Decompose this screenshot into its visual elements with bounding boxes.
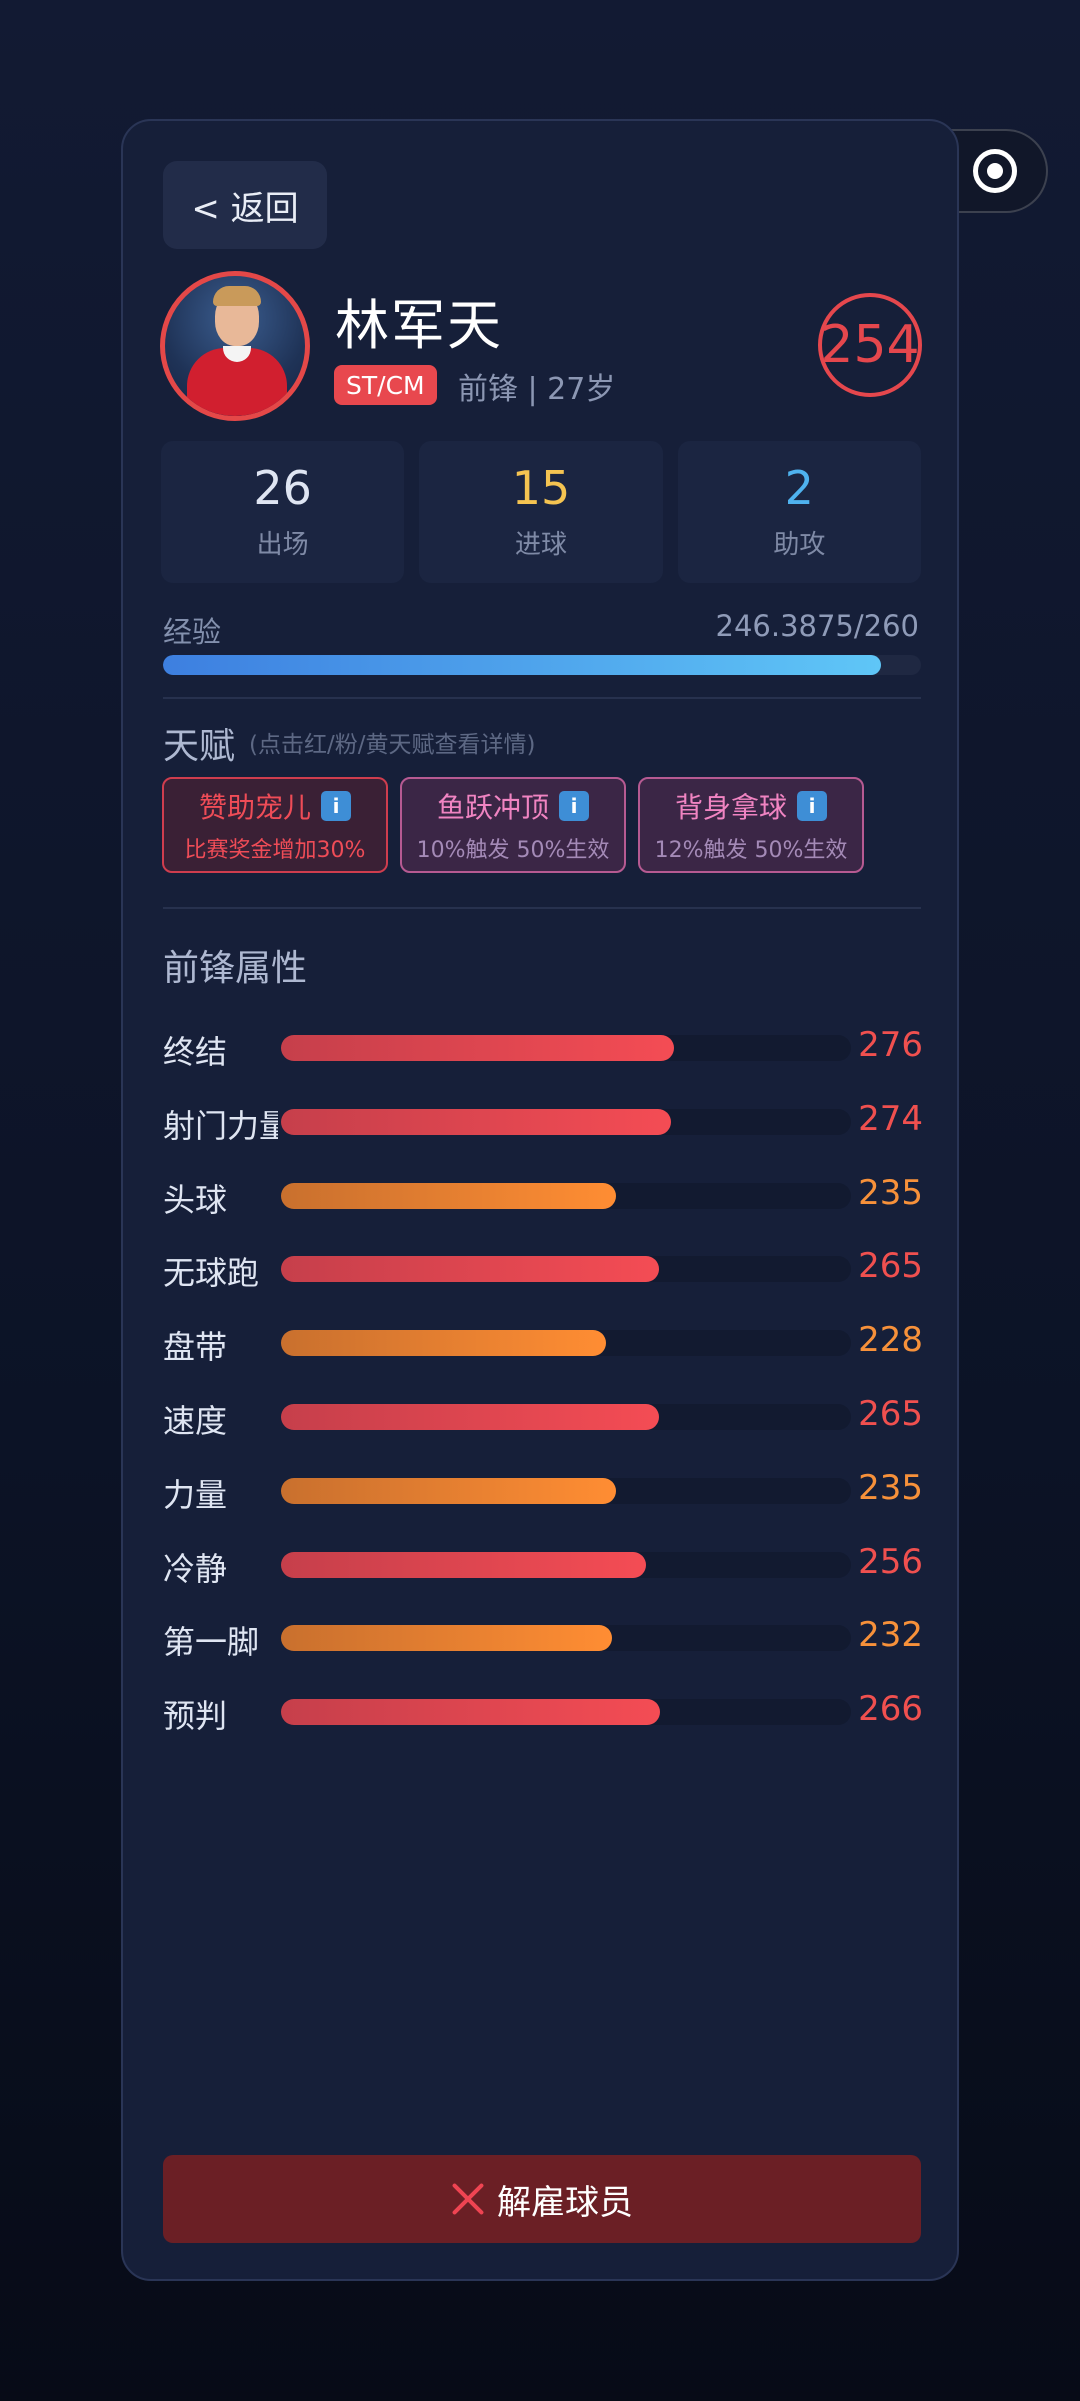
attribute-value: 265: [858, 1394, 923, 1434]
attribute-value: 266: [858, 1689, 923, 1730]
player-name: 林军天: [335, 294, 503, 357]
attribute-row: 射门力量 274: [163, 1095, 923, 1145]
fire-player-button[interactable]: 解雇球员: [163, 2155, 921, 2243]
attribute-value: 232: [858, 1615, 923, 1656]
attribute-row: 冷静 256: [163, 1538, 923, 1588]
position-badge: ST/CM: [334, 365, 437, 405]
divider: [163, 697, 921, 699]
attribute-row: 终结 276: [163, 1021, 923, 1071]
talent-name: 鱼跃冲顶: [436, 791, 549, 824]
talent-desc: 10%触发 50%生效: [416, 838, 610, 863]
attribute-bar: [281, 1625, 851, 1652]
experience-bar-fill: [163, 655, 882, 675]
stat-label: 出场: [256, 529, 309, 560]
attribute-name: 力量: [163, 1475, 228, 1514]
attribute-value: 265: [858, 1246, 923, 1287]
attribute-bar: [281, 1108, 851, 1135]
attribute-bar-fill: [281, 1551, 646, 1578]
attribute-name: 射门力量: [163, 1106, 278, 1145]
attribute-name: 终结: [163, 1033, 228, 1071]
player-meta: 前锋 | 27岁: [458, 372, 616, 407]
talent-name-row: 背身拿球 i: [675, 786, 827, 826]
attributes-title: 前锋属性: [163, 948, 308, 989]
attribute-value: 235: [858, 1467, 923, 1508]
talent-name-row: 赞助宠儿 i: [199, 786, 351, 826]
attribute-value: 274: [858, 1098, 923, 1139]
info-icon[interactable]: i: [559, 791, 589, 821]
talent-desc: 12%触发 50%生效: [654, 838, 848, 863]
attribute-bar: [281, 1035, 851, 1061]
stat-value: 2: [784, 461, 814, 516]
attribute-bar: [281, 1551, 851, 1578]
experience-label: 经验: [163, 615, 222, 649]
attribute-bar-fill: [281, 1625, 612, 1652]
stat-label: 进球: [514, 529, 567, 560]
talent-name-row: 鱼跃冲顶 i: [437, 786, 589, 826]
player-avatar: [160, 271, 310, 421]
attribute-name: 速度: [163, 1402, 228, 1440]
attribute-bar: [281, 1256, 851, 1283]
talent-card[interactable]: 背身拿球 i 12%触发 50%生效: [638, 777, 864, 873]
attribute-bar-fill: [281, 1404, 659, 1430]
attribute-name: 无球跑: [163, 1254, 260, 1293]
stat-value: 15: [511, 461, 571, 516]
attribute-value: 276: [858, 1025, 923, 1065]
attribute-name: 头球: [163, 1180, 228, 1219]
back-button[interactable]: < 返回: [163, 161, 327, 249]
attribute-name: 预判: [163, 1697, 228, 1736]
stats-row: 26 出场 15 进球 2 助攻: [161, 441, 921, 583]
attribute-bar-fill: [281, 1182, 616, 1209]
attribute-name: 盘带: [163, 1328, 228, 1367]
talent-desc: 比赛奖金增加30%: [184, 838, 366, 863]
overall-rating: 254: [818, 293, 922, 397]
attribute-value: 228: [858, 1320, 923, 1361]
player-detail-card: < 返回 林军天 ST/CM 前锋 | 27岁 254 26 出场 15 进球 …: [121, 119, 959, 2281]
attribute-bar-fill: [281, 1108, 672, 1135]
stat-assists: 2 助攻: [677, 441, 921, 583]
attribute-row: 第一脚 232: [163, 1611, 923, 1661]
attribute-bar: [281, 1182, 851, 1209]
talent-name: 背身拿球: [674, 791, 787, 824]
stat-label: 助攻: [773, 529, 826, 560]
attribute-bar-fill: [281, 1256, 659, 1283]
attribute-bar-fill: [281, 1035, 675, 1061]
talent-title: 天赋: [163, 726, 236, 767]
talent-card[interactable]: 赞助宠儿 i 比赛奖金增加30%: [162, 777, 388, 873]
stat-goals: 15 进球: [419, 441, 663, 583]
attribute-row: 无球跑 265: [163, 1242, 923, 1292]
attribute-row: 预判 266: [163, 1685, 923, 1735]
close-x-icon: [451, 2182, 485, 2216]
experience-bar: [163, 655, 921, 675]
stat-value: 26: [253, 461, 312, 516]
fire-player-label: 解雇球员: [497, 2182, 633, 2223]
attribute-bar: [281, 1330, 851, 1357]
info-icon[interactable]: i: [797, 791, 827, 821]
attribute-row: 头球 235: [163, 1169, 923, 1219]
attribute-name: 冷静: [163, 1549, 228, 1588]
talent-hint: (点击红/粉/黄天赋查看详情): [249, 732, 536, 758]
talent-list: 赞助宠儿 i 比赛奖金增加30% 鱼跃冲顶 i 10%触发 50%生效 背身拿球 i 12%触发…: [162, 777, 864, 873]
attribute-bar: [281, 1699, 851, 1726]
attribute-name: 第一脚: [163, 1623, 260, 1662]
attribute-bar: [281, 1477, 851, 1504]
attribute-bar: [281, 1404, 851, 1430]
attribute-row: 速度 265: [163, 1390, 923, 1440]
stat-appearances: 26 出场: [161, 441, 405, 583]
attribute-bar-fill: [281, 1699, 661, 1726]
attribute-row: 盘带 228: [163, 1316, 923, 1366]
attribute-bar-fill: [281, 1330, 606, 1357]
experience-value: 246.3875/260: [715, 609, 920, 643]
info-icon[interactable]: i: [321, 791, 351, 821]
talent-name: 赞助宠儿: [198, 791, 311, 824]
attribute-value: 256: [858, 1541, 923, 1582]
attribute-bar-fill: [281, 1477, 616, 1504]
attribute-value: 235: [858, 1172, 923, 1213]
divider: [163, 907, 921, 909]
talent-card[interactable]: 鱼跃冲顶 i 10%触发 50%生效: [400, 777, 626, 873]
attribute-row: 力量 235: [163, 1464, 923, 1514]
